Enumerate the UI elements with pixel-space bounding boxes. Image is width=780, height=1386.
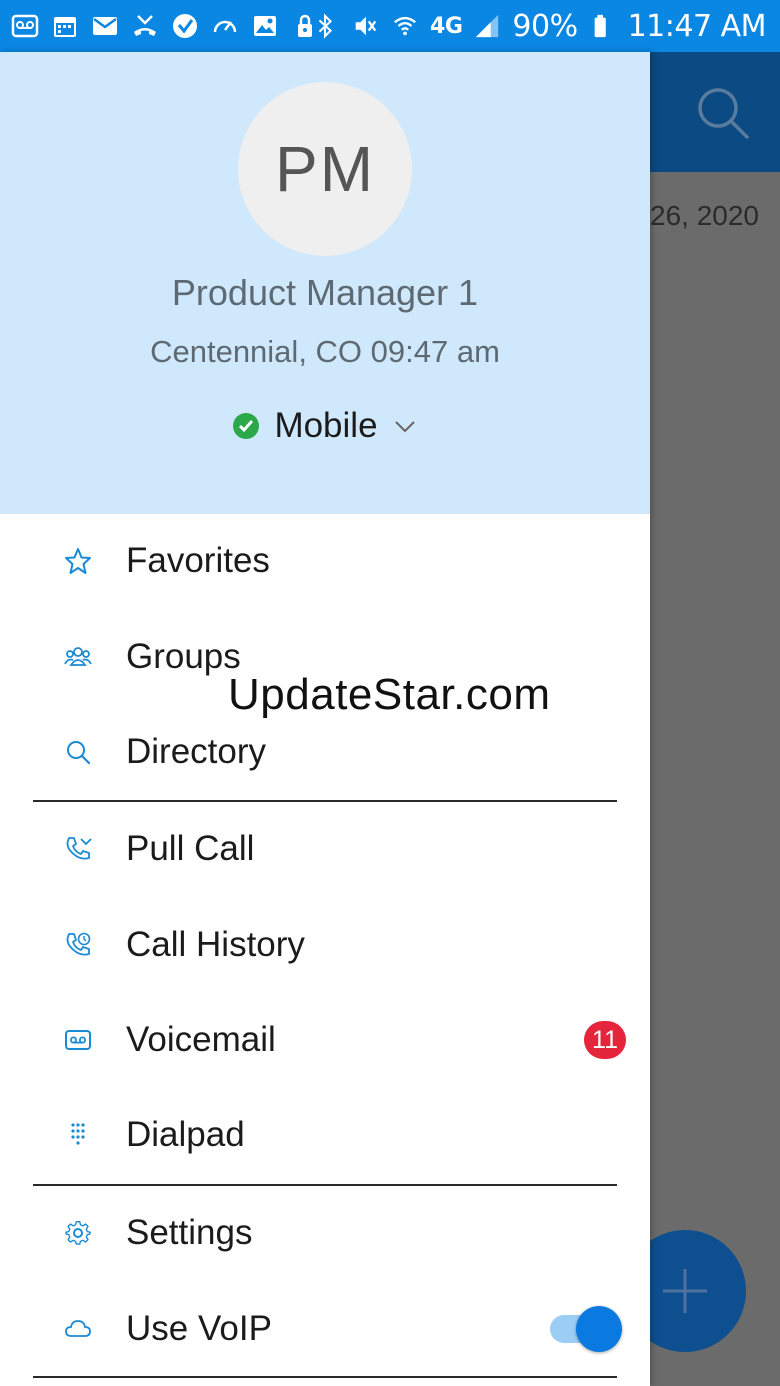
divider: [33, 800, 617, 802]
use-voip-toggle[interactable]: [548, 1306, 624, 1352]
voicemail-icon: [62, 1024, 94, 1056]
menu-item-label: Pull Call: [126, 829, 255, 868]
cloud-icon: [62, 1313, 94, 1345]
plus-icon: [663, 1269, 707, 1313]
voicemail-count-badge: 11: [584, 1021, 626, 1059]
menu-item-dialpad[interactable]: Dialpad: [0, 1090, 650, 1180]
background-content: [650, 172, 780, 1386]
profile-header: PM Product Manager 1 Centennial, CO 09:4…: [0, 52, 650, 514]
user-name: Product Manager 1: [171, 272, 479, 313]
menu-item-voicemail[interactable]: Voicemail 11: [0, 995, 650, 1085]
menu-item-call-history[interactable]: Call History: [0, 900, 650, 990]
notification-icons: [10, 0, 320, 52]
search-icon: [62, 736, 94, 768]
menu-item-label: Directory: [126, 732, 267, 771]
menu-item-favorites[interactable]: Favorites: [0, 516, 650, 606]
available-status-icon: [233, 413, 260, 439]
clock: 11:47 AM: [627, 8, 767, 44]
avatar[interactable]: PM: [238, 82, 412, 256]
menu-item-label: Use VoIP: [126, 1309, 272, 1348]
user-location-time: Centennial, CO 09:47 am: [150, 334, 500, 369]
chevron-down-icon: [394, 421, 415, 433]
speedometer-icon: [210, 11, 240, 41]
presence-label: Mobile: [274, 406, 378, 445]
status-bar: 4G 90% 11:47 AM: [0, 0, 780, 52]
search-icon[interactable]: [694, 84, 750, 140]
signal-icon: [472, 11, 502, 41]
divider: [33, 1184, 617, 1186]
calendar-icon: [50, 11, 80, 41]
battery-percent: 90%: [512, 8, 578, 44]
watermark: UpdateStar.com: [228, 670, 551, 719]
battery-icon: [588, 11, 618, 41]
toggle-thumb: [576, 1306, 622, 1352]
menu-item-use-voip[interactable]: Use VoIP: [0, 1284, 650, 1374]
menu-item-label: Voicemail: [126, 1020, 276, 1059]
missed-call-icon: [130, 11, 160, 41]
star-icon: [62, 545, 94, 577]
menu-item-label: Groups: [126, 637, 241, 676]
check-app-icon: [170, 11, 200, 41]
background-date: 26, 2020: [650, 200, 759, 231]
gear-icon: [62, 1217, 94, 1249]
pull-call-icon: [62, 833, 94, 865]
bluetooth-icon: [310, 11, 340, 41]
divider: [33, 1376, 617, 1378]
voicemail-icon: [10, 11, 40, 41]
menu-item-label: Call History: [126, 925, 305, 964]
menu-item-settings[interactable]: Settings: [0, 1188, 650, 1278]
network-type: 4G: [430, 13, 463, 39]
menu-item-directory[interactable]: Directory: [0, 707, 650, 797]
email-icon: [90, 11, 120, 41]
menu-item-label: Dialpad: [126, 1115, 245, 1154]
wifi-icon: [390, 11, 420, 41]
group-icon: [62, 641, 94, 673]
menu-item-label: Favorites: [126, 541, 270, 580]
menu-item-pull-call[interactable]: Pull Call: [0, 804, 650, 894]
presence-selector[interactable]: Mobile: [0, 402, 650, 450]
mute-icon: [350, 11, 380, 41]
system-icons: 4G 90% 11:47 AM: [310, 0, 767, 52]
menu-item-label: Settings: [126, 1213, 253, 1252]
dialpad-icon: [62, 1119, 94, 1151]
call-history-icon: [62, 929, 94, 961]
image-icon: [250, 11, 280, 41]
